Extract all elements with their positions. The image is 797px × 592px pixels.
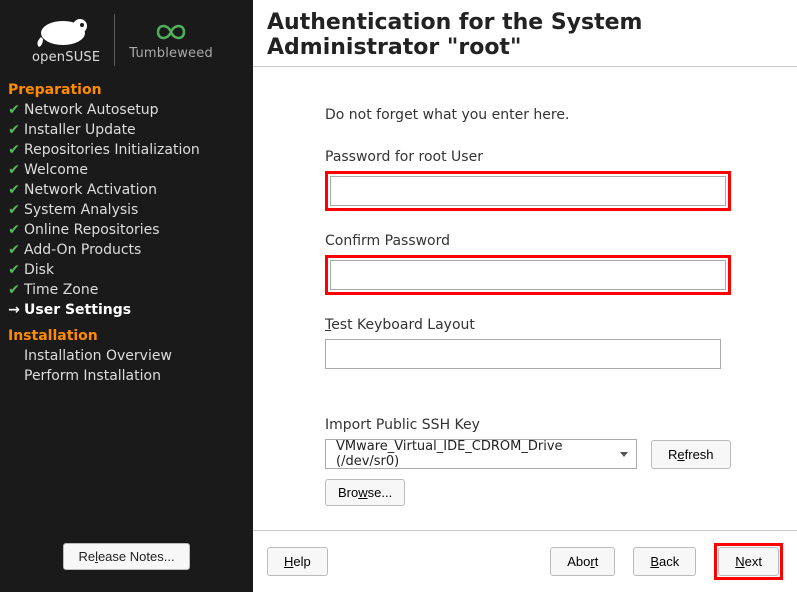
confirm-password-input[interactable] — [330, 260, 726, 290]
next-highlight: Next — [714, 543, 783, 580]
nav-item-installation-overview: Installation Overview — [8, 346, 245, 366]
nav-item-perform-installation: Perform Installation — [8, 366, 245, 386]
password-highlight — [325, 171, 731, 211]
chevron-down-icon — [620, 452, 628, 457]
password-label: Password for root User — [325, 149, 797, 165]
check-icon: ✔ — [8, 221, 20, 239]
hint-text: Do not forget what you enter here. — [325, 107, 797, 123]
branding-row: openSUSE Tumbleweed — [8, 8, 245, 78]
nav-item-installer-update: ✔Installer Update — [8, 120, 245, 140]
chameleon-icon — [33, 15, 99, 49]
content-area: Do not forget what you enter here. Passw… — [253, 67, 797, 530]
check-icon: ✔ — [8, 281, 20, 299]
test-keyboard-label: Test Keyboard Layout — [325, 317, 797, 333]
refresh-button[interactable]: Refresh — [651, 440, 731, 469]
section-preparation: Preparation — [8, 82, 245, 98]
confirm-label: Confirm Password — [325, 233, 797, 249]
check-icon: ✔ — [8, 181, 20, 199]
footer-right-group: Abort Back Next — [550, 543, 783, 580]
check-icon: ✔ — [8, 201, 20, 219]
confirm-block: Confirm Password — [325, 233, 797, 295]
test-keyboard-input[interactable] — [325, 339, 721, 369]
ssh-device-selected: VMware_Virtual_IDE_CDROM_Drive (/dev/sr0… — [336, 439, 620, 469]
nav-item-time-zone: ✔Time Zone — [8, 280, 245, 300]
nav-item-repositories-init: ✔Repositories Initialization — [8, 140, 245, 160]
nav-installation: Installation Overview Perform Installati… — [8, 346, 245, 386]
title-bar: Authentication for the System Administra… — [253, 0, 797, 67]
nav-item-online-repositories: ✔Online Repositories — [8, 220, 245, 240]
abort-button[interactable]: Abort — [550, 547, 615, 576]
nav-item-addon-products: ✔Add-On Products — [8, 240, 245, 260]
confirm-highlight — [325, 255, 731, 295]
sidebar: openSUSE Tumbleweed Preparation ✔Network… — [0, 0, 253, 592]
section-installation: Installation — [8, 328, 245, 344]
nav-item-network-activation: ✔Network Activation — [8, 180, 245, 200]
nav-item-user-settings: →User Settings — [8, 300, 245, 320]
footer-bar: Help Abort Back Next — [253, 530, 797, 592]
check-icon: ✔ — [8, 241, 20, 259]
nav-preparation: ✔Network Autosetup ✔Installer Update ✔Re… — [8, 100, 245, 320]
arrow-right-icon: → — [8, 301, 20, 319]
browse-button[interactable]: Browse... — [325, 479, 405, 506]
tumbleweed-text: Tumbleweed — [129, 46, 213, 61]
tumbleweed-logo: Tumbleweed — [129, 19, 213, 61]
page-title: Authentication for the System Administra… — [267, 10, 783, 60]
nav-item-system-analysis: ✔System Analysis — [8, 200, 245, 220]
ssh-device-select[interactable]: VMware_Virtual_IDE_CDROM_Drive (/dev/sr0… — [325, 439, 637, 469]
nav-item-disk: ✔Disk — [8, 260, 245, 280]
main-panel: Authentication for the System Administra… — [253, 0, 797, 592]
browse-row: Browse... — [325, 479, 797, 506]
next-button[interactable]: Next — [718, 547, 779, 576]
password-block: Password for root User — [325, 149, 797, 211]
nav-item-welcome: ✔Welcome — [8, 160, 245, 180]
help-button[interactable]: Help — [267, 547, 328, 576]
opensuse-logo: openSUSE — [32, 15, 100, 65]
opensuse-text: openSUSE — [32, 50, 100, 65]
check-icon: ✔ — [8, 101, 20, 119]
release-notes-button[interactable]: Release Notes... — [63, 543, 189, 570]
logo-divider — [114, 14, 115, 66]
check-icon: ✔ — [8, 161, 20, 179]
check-icon: ✔ — [8, 261, 20, 279]
import-ssh-label: Import Public SSH Key — [325, 417, 797, 433]
nav-item-network-autosetup: ✔Network Autosetup — [8, 100, 245, 120]
ssh-row: VMware_Virtual_IDE_CDROM_Drive (/dev/sr0… — [325, 439, 797, 469]
test-keyboard-block: Test Keyboard Layout — [325, 317, 797, 369]
check-icon: ✔ — [8, 141, 20, 159]
check-icon: ✔ — [8, 121, 20, 139]
import-ssh-block: Import Public SSH Key VMware_Virtual_IDE… — [325, 417, 797, 506]
infinity-icon — [146, 19, 196, 45]
password-input[interactable] — [330, 176, 726, 206]
back-button[interactable]: Back — [633, 547, 696, 576]
